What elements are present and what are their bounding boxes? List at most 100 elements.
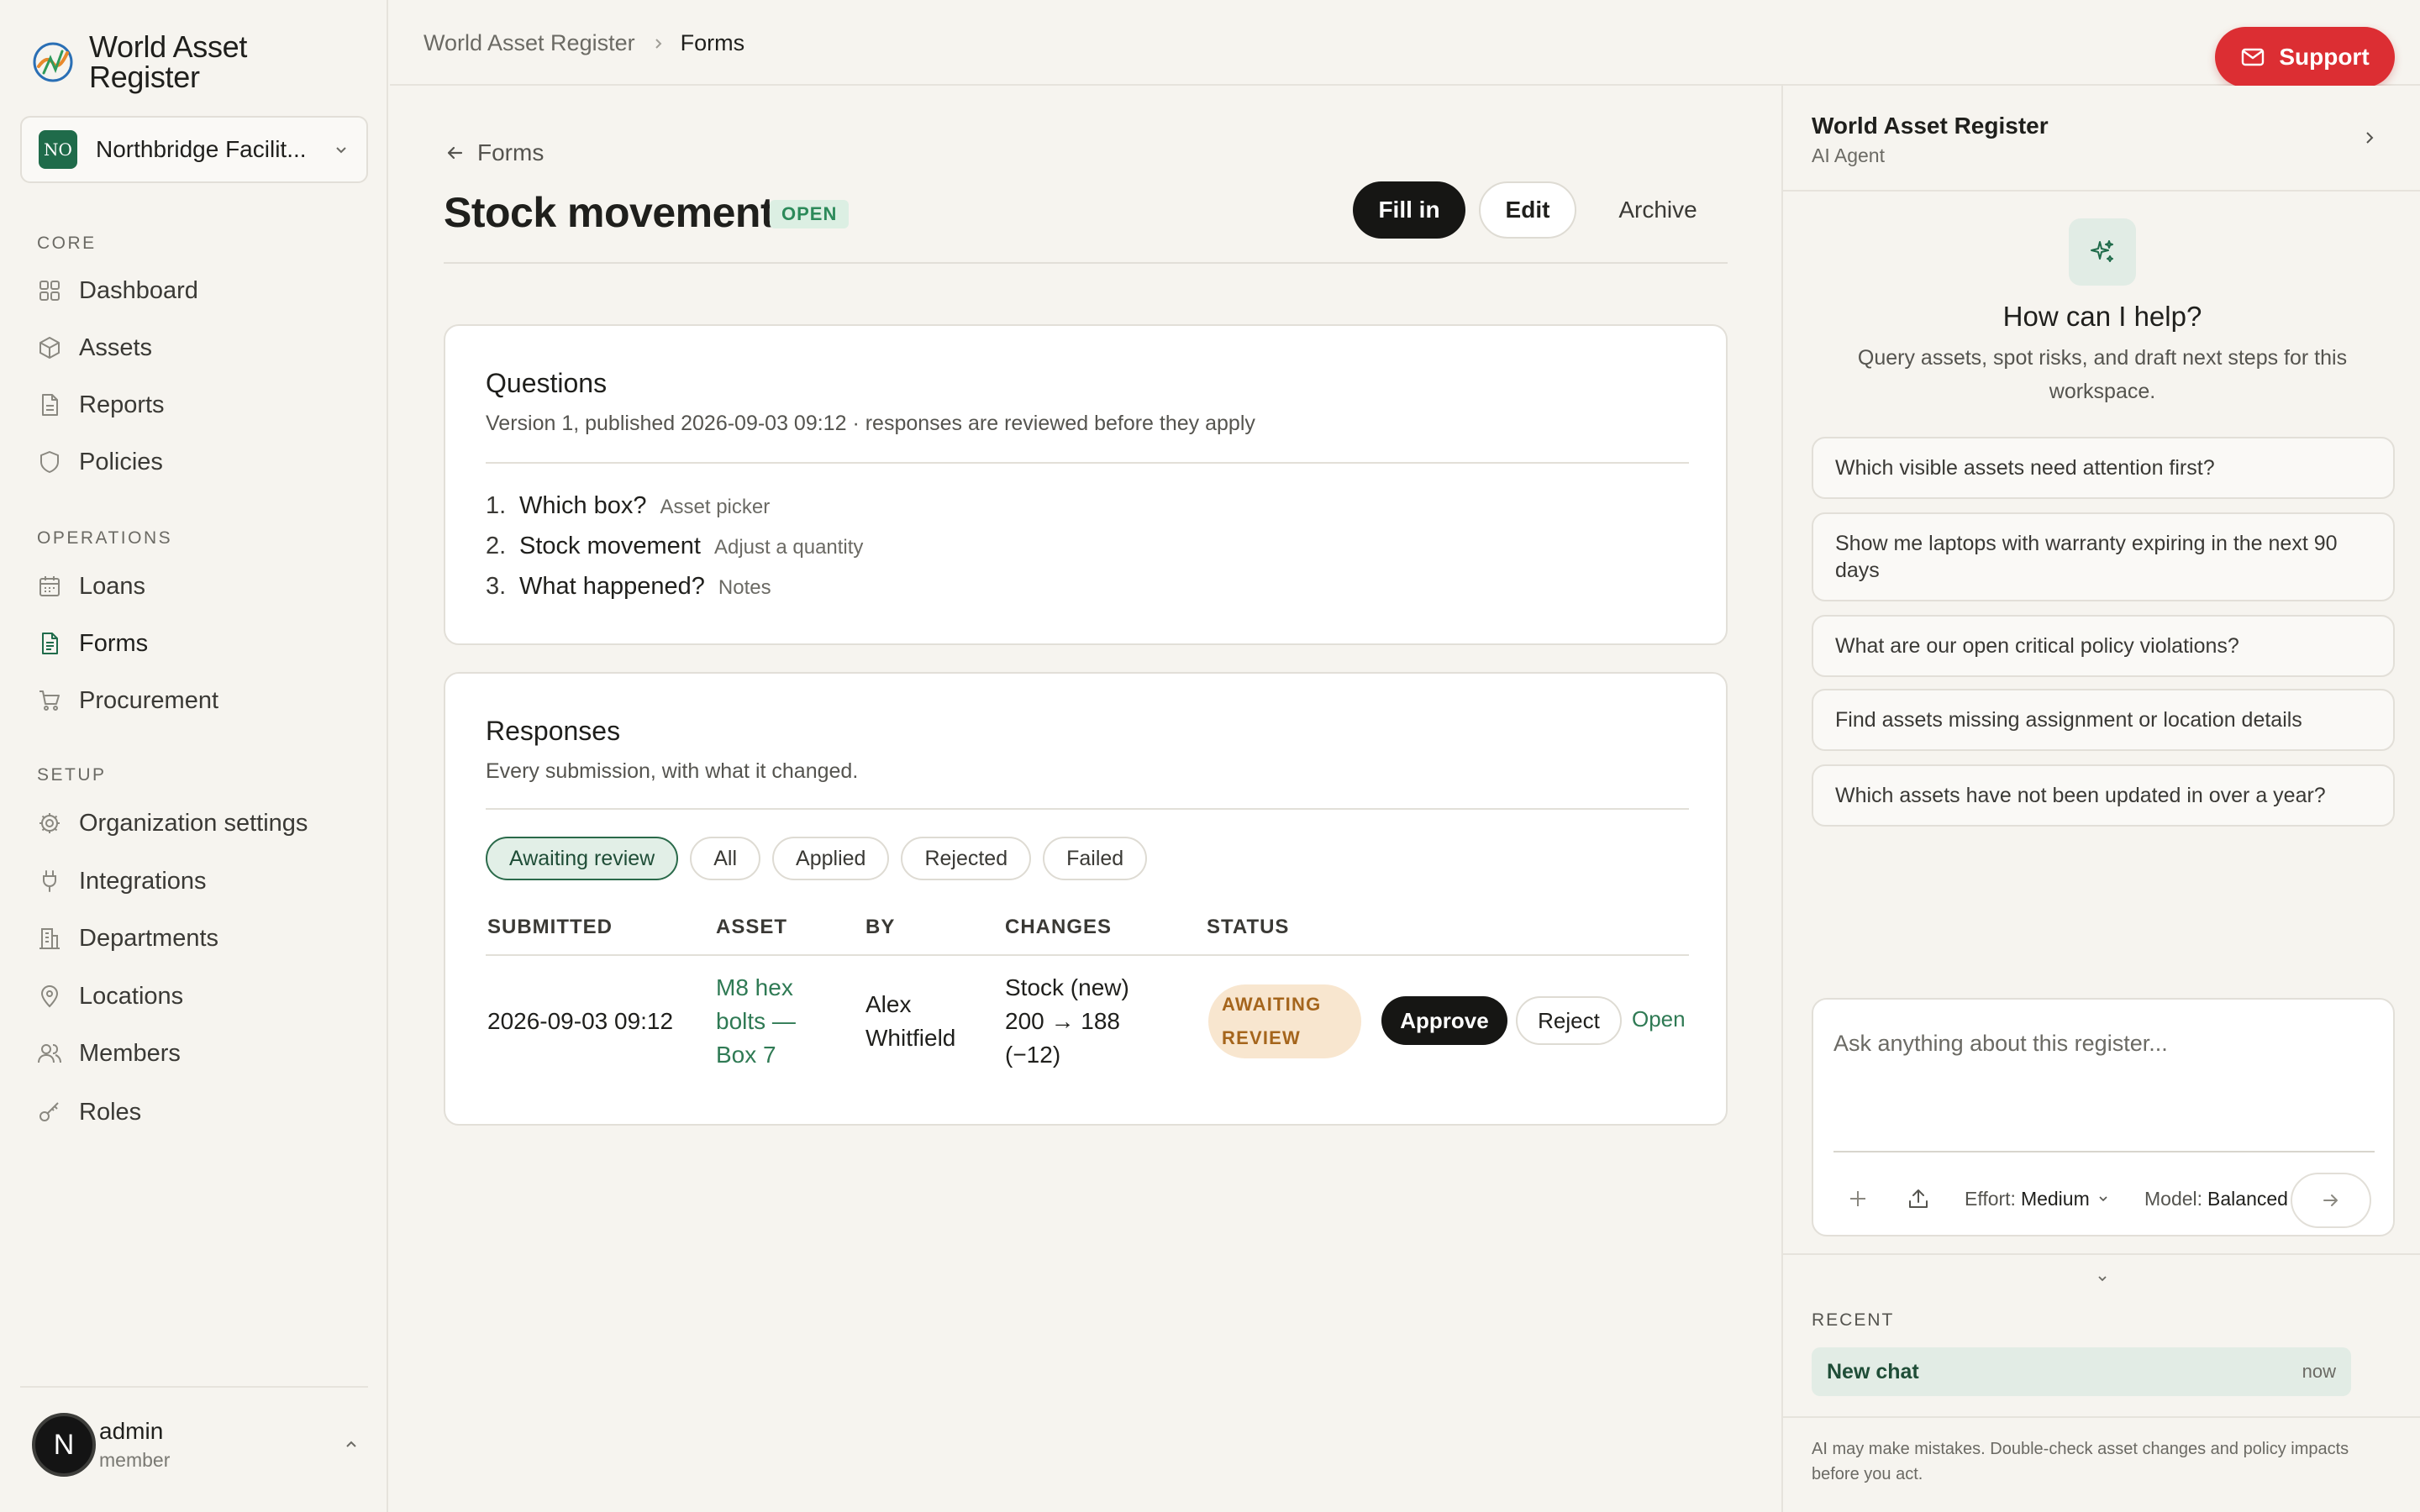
chevron-right-icon[interactable] <box>2360 128 2380 148</box>
recent-chat-item[interactable]: New chat now <box>1812 1347 2351 1396</box>
questions-card: Questions Version 1, published 2026-09-0… <box>444 324 1728 645</box>
responses-divider <box>486 808 1689 810</box>
ai-prompt-input[interactable] <box>1833 1018 2375 1068</box>
cell-asset-link[interactable]: M8 hex bolts — Box 7 <box>716 971 796 1072</box>
chevron-down-icon[interactable] <box>2094 1270 2111 1287</box>
sidebar-item-locations[interactable]: Locations <box>37 979 183 1013</box>
suggestion-item[interactable]: What are our open critical policy violat… <box>1812 615 2395 677</box>
sidebar-item-dashboard[interactable]: Dashboard <box>37 274 198 307</box>
calendar-icon <box>39 576 60 596</box>
ai-agent-panel: World Asset Register AI Agent How can I … <box>1781 86 2420 1512</box>
column-header-changes: CHANGES <box>1005 916 1113 938</box>
building-icon <box>39 928 60 949</box>
back-link-label: Forms <box>477 139 544 165</box>
sidebar-item-departments[interactable]: Departments <box>37 921 218 955</box>
arrow-left-icon <box>447 146 463 160</box>
ai-help-title: How can I help? <box>2002 301 2202 332</box>
recent-chat-time: now <box>2302 1361 2336 1382</box>
topbar: World Asset Register Forms <box>390 0 2420 86</box>
shield-icon <box>40 451 59 473</box>
fill-in-button[interactable]: Fill in <box>1353 181 1465 239</box>
breadcrumb-root[interactable]: World Asset Register <box>424 30 635 56</box>
filter-applied[interactable]: Applied <box>772 837 890 880</box>
sidebar-item-organization-settings[interactable]: Organization settings <box>37 806 308 840</box>
sidebar-item-label: Reports <box>79 391 165 418</box>
open-link[interactable]: Open <box>1632 1006 1686 1032</box>
upload-icon[interactable] <box>1906 1186 1931 1211</box>
nav-section-core: CORE <box>37 234 97 253</box>
suggestion-item[interactable]: Find assets missing assignment or locati… <box>1812 689 2395 751</box>
cell-submitted: 2026-09-03 09:12 <box>487 1008 674 1034</box>
edit-button[interactable]: Edit <box>1479 181 1576 239</box>
question-type: Asset picker <box>660 496 771 518</box>
sidebar-item-label: Dashboard <box>79 276 198 304</box>
archive-button[interactable]: Archive <box>1597 181 1719 239</box>
page-title: Stock movement <box>444 189 775 236</box>
sidebar-item-integrations[interactable]: Integrations <box>37 864 207 898</box>
questions-divider <box>486 462 1689 464</box>
question-type: Adjust a quantity <box>713 536 864 559</box>
avatar: N <box>32 1413 96 1477</box>
title-divider <box>444 262 1728 264</box>
column-header-by: BY <box>865 916 896 938</box>
question-item: 2. Stock movement Adjust a quantity <box>486 533 863 560</box>
sidebar-item-members[interactable]: Members <box>37 1037 181 1070</box>
composer-divider <box>1833 1151 2375 1152</box>
sidebar-item-label: Members <box>79 1039 181 1067</box>
user-menu[interactable]: N admin member <box>32 1413 360 1477</box>
filter-awaiting-review[interactable]: Awaiting review <box>486 837 679 880</box>
effort-select[interactable]: Effort: Medium <box>1965 1186 2110 1211</box>
column-header-submitted: SUBMITTED <box>487 916 613 938</box>
sidebar-item-roles[interactable]: Roles <box>37 1095 141 1129</box>
approve-button[interactable]: Approve <box>1381 996 1507 1045</box>
question-label: What happened? <box>519 573 705 600</box>
ai-header-divider <box>1783 190 2420 192</box>
breadcrumb-current: Forms <box>680 30 745 55</box>
suggestion-item[interactable]: Which assets have not been updated in ov… <box>1812 764 2395 827</box>
suggestion-item[interactable]: Show me laptops with warranty expiring i… <box>1812 512 2395 601</box>
document-icon <box>42 394 58 416</box>
ai-panel-header: World Asset Register AI Agent <box>1812 109 2049 168</box>
recent-label: RECENT <box>1812 1310 1895 1330</box>
users-icon <box>38 1044 61 1063</box>
model-select[interactable]: Model: Balanced <box>2144 1186 2308 1211</box>
cart-icon <box>39 690 60 711</box>
sidebar-item-reports[interactable]: Reports <box>37 388 165 422</box>
chevron-right-icon <box>655 38 662 49</box>
filter-all[interactable]: All <box>690 837 761 880</box>
sidebar-item-label: Assets <box>79 333 153 361</box>
nav-section-operations: OPERATIONS <box>37 528 173 548</box>
org-switcher[interactable]: NO Northbridge Facilit... <box>20 116 368 183</box>
mail-icon <box>2242 48 2265 66</box>
support-button[interactable]: Support <box>2215 27 2395 87</box>
gear-icon <box>39 813 60 833</box>
table-header-divider <box>486 954 1689 956</box>
brand[interactable]: World Asset Register <box>32 32 266 92</box>
sidebar-item-label: Roles <box>79 1098 142 1126</box>
sidebar-item-forms[interactable]: Forms <box>37 627 148 660</box>
sidebar-item-loans[interactable]: Loans <box>37 570 145 603</box>
questions-subtitle: Version 1, published 2026-09-03 09:12 · … <box>486 412 1255 435</box>
sidebar-item-label: Procurement <box>79 686 219 714</box>
sidebar-item-policies[interactable]: Policies <box>37 445 163 479</box>
org-badge: NO <box>39 130 77 169</box>
plus-icon[interactable] <box>1845 1186 1870 1211</box>
sidebar-divider <box>20 1386 368 1388</box>
filter-rejected[interactable]: Rejected <box>901 837 1032 880</box>
reject-button[interactable]: Reject <box>1516 996 1622 1045</box>
cell-changes: Stock (new) 200 → 188 (−12) <box>1005 974 1129 1068</box>
sidebar-item-label: Organization settings <box>79 809 308 837</box>
send-button[interactable] <box>2291 1173 2371 1228</box>
ai-footer-divider <box>1783 1416 2420 1418</box>
sidebar-item-procurement[interactable]: Procurement <box>37 684 218 717</box>
sidebar-item-label: Departments <box>79 924 219 952</box>
chevron-up-icon <box>346 1441 356 1447</box>
responses-title: Responses <box>486 716 621 746</box>
dashboard-icon <box>39 281 60 301</box>
question-label: Which box? <box>519 492 647 519</box>
back-link[interactable]: Forms <box>444 139 544 166</box>
sidebar-item-assets[interactable]: Assets <box>37 331 152 365</box>
user-role: member <box>99 1449 171 1471</box>
suggestion-item[interactable]: Which visible assets need attention firs… <box>1812 437 2395 499</box>
filter-failed[interactable]: Failed <box>1043 837 1148 880</box>
